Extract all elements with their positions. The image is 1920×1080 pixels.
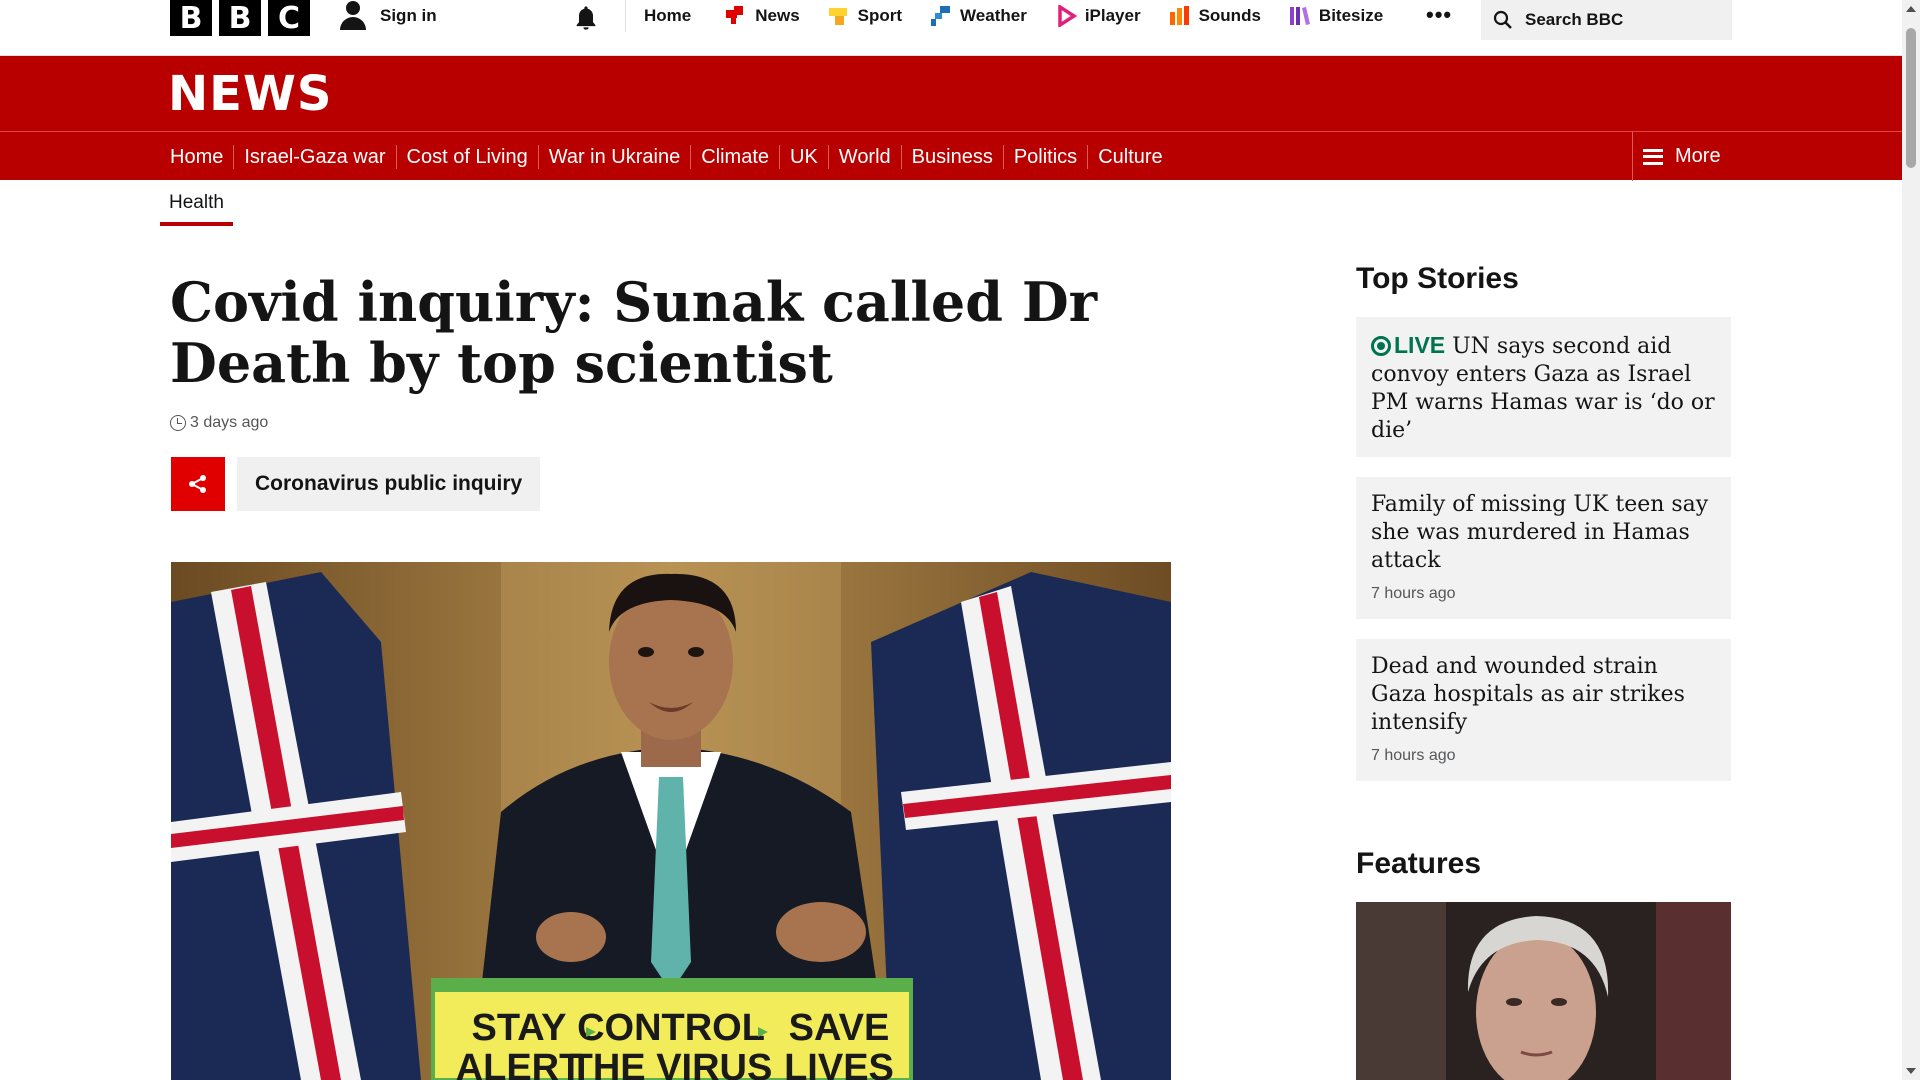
search-icon bbox=[1493, 10, 1512, 29]
global-nav-weather[interactable]: Weather bbox=[916, 0, 1041, 32]
sign-in-label: Sign in bbox=[380, 6, 437, 25]
feature-portrait-photo bbox=[1356, 902, 1731, 1080]
global-nav-weather-label: Weather bbox=[960, 6, 1027, 25]
article-timestamp: 3 days ago bbox=[170, 414, 268, 432]
section-uk[interactable]: UK bbox=[779, 144, 828, 169]
top-story-3-title: Dead and wounded strain Gaza hospitals a… bbox=[1371, 654, 1685, 735]
iplayer-icon bbox=[1058, 5, 1077, 27]
sign-word-save: SAVE bbox=[789, 1007, 890, 1049]
global-nav-sport[interactable]: Sport bbox=[814, 0, 916, 32]
scrollbar-thumb[interactable] bbox=[1906, 28, 1916, 168]
top-stories-heading: Top Stories bbox=[1356, 262, 1519, 295]
article-headline: Covid inquiry: Sunak called Dr Death by … bbox=[170, 270, 1098, 395]
section-more-label: More bbox=[1675, 145, 1721, 167]
topic-tag-coronavirus-inquiry[interactable]: Coronavirus public inquiry bbox=[237, 457, 541, 511]
search-bbc-input[interactable]: Search BBC bbox=[1481, 0, 1732, 40]
news-section-nav: Home Israel-Gaza war Cost of Living War … bbox=[0, 131, 1902, 181]
global-nav-sounds[interactable]: Sounds bbox=[1155, 0, 1275, 32]
scroll-up-arrow-icon[interactable] bbox=[1906, 6, 1916, 12]
top-story-3-time: 7 hours ago bbox=[1371, 747, 1456, 764]
sign-in-button[interactable]: Sign in bbox=[338, 0, 437, 32]
share-icon bbox=[189, 475, 206, 493]
bbc-logo[interactable]: B B C bbox=[170, 0, 310, 36]
global-nav-iplayer-label: iPlayer bbox=[1084, 6, 1141, 25]
global-nav-news-label: News bbox=[755, 6, 800, 25]
news-banner: NEWS bbox=[0, 56, 1902, 131]
sounds-icon bbox=[1169, 6, 1189, 25]
timestamp-text: 3 days ago bbox=[190, 414, 269, 431]
global-nav-sounds-label: Sounds bbox=[1198, 6, 1261, 25]
section-world[interactable]: World bbox=[827, 144, 901, 169]
search-placeholder: Search BBC bbox=[1525, 10, 1624, 29]
bitesize-icon bbox=[1289, 7, 1310, 25]
scroll-down-arrow-icon[interactable] bbox=[1906, 1068, 1916, 1074]
section-more-button[interactable]: More bbox=[1632, 132, 1902, 181]
features-heading: Features bbox=[1356, 847, 1482, 880]
notification-bell-icon[interactable] bbox=[572, 4, 600, 32]
section-war-in-ukraine[interactable]: War in Ukraine bbox=[537, 144, 691, 169]
sign-word-the-virus: THE VIRUS bbox=[570, 1047, 773, 1080]
top-story-1[interactable]: LIVE UN says second aid convoy enters Ga… bbox=[1356, 317, 1731, 457]
more-menu-button[interactable]: ••• bbox=[1426, 2, 1452, 28]
section-home[interactable]: Home bbox=[160, 145, 233, 169]
global-nav-bitesize[interactable]: Bitesize bbox=[1275, 0, 1397, 32]
subsection-tab-health[interactable]: Health bbox=[160, 180, 233, 226]
share-button[interactable] bbox=[171, 457, 225, 511]
logo-letter-c: C bbox=[268, 0, 310, 36]
global-nav-home[interactable]: Home bbox=[626, 0, 711, 32]
clock-icon bbox=[170, 415, 186, 431]
news-wordmark[interactable]: NEWS bbox=[168, 66, 332, 122]
global-nav-iplayer[interactable]: iPlayer bbox=[1041, 0, 1155, 32]
top-story-2-title: Family of missing UK teen say she was mu… bbox=[1371, 492, 1709, 573]
section-business[interactable]: Business bbox=[900, 144, 1003, 169]
section-israel-gaza-war[interactable]: Israel-Gaza war bbox=[233, 144, 395, 169]
global-nav-home-label: Home bbox=[644, 6, 692, 25]
hamburger-menu-icon bbox=[1643, 148, 1663, 165]
page-scrollbar[interactable] bbox=[1902, 0, 1920, 1080]
feature-image[interactable] bbox=[1356, 902, 1731, 1080]
live-badge: LIVE bbox=[1394, 332, 1446, 358]
article-hero-image: STAY CONTROL SAVE ALERT THE VIRUS LIVES bbox=[171, 562, 1171, 1080]
global-nav-bitesize-label: Bitesize bbox=[1318, 6, 1384, 25]
logo-letter-b2: B bbox=[219, 0, 261, 36]
global-nav-news[interactable]: News bbox=[711, 0, 813, 32]
top-story-2[interactable]: Family of missing UK teen say she was mu… bbox=[1356, 477, 1731, 619]
top-story-3[interactable]: Dead and wounded strain Gaza hospitals a… bbox=[1356, 639, 1731, 781]
bbc-global-navbar: B B C Sign in Home News Sport Weather iP… bbox=[0, 0, 1902, 56]
news-icon bbox=[726, 6, 744, 24]
sign-word-stay: STAY bbox=[471, 1007, 566, 1049]
section-climate[interactable]: Climate bbox=[690, 144, 779, 169]
sign-word-alert: ALERT bbox=[456, 1047, 583, 1080]
sign-word-lives: LIVES bbox=[784, 1047, 894, 1080]
top-story-1-title-row: LIVE UN says second aid convoy enters Ga… bbox=[1371, 331, 1717, 445]
sign-word-control: CONTROL bbox=[577, 1007, 765, 1049]
sport-icon bbox=[828, 8, 847, 25]
logo-letter-b1: B bbox=[170, 0, 212, 36]
person-icon bbox=[338, 1, 368, 31]
weather-icon bbox=[931, 6, 951, 26]
global-nav: Home News Sport Weather iPlayer Sounds B… bbox=[625, 0, 1397, 32]
section-politics[interactable]: Politics bbox=[1002, 144, 1087, 169]
global-nav-sport-label: Sport bbox=[857, 6, 903, 25]
section-culture[interactable]: Culture bbox=[1087, 144, 1172, 169]
live-indicator-icon bbox=[1371, 336, 1391, 356]
top-story-2-time: 7 hours ago bbox=[1371, 585, 1456, 602]
section-cost-of-living[interactable]: Cost of Living bbox=[395, 144, 538, 169]
sunak-podium-photo: STAY CONTROL SAVE ALERT THE VIRUS LIVES bbox=[171, 562, 1171, 1080]
